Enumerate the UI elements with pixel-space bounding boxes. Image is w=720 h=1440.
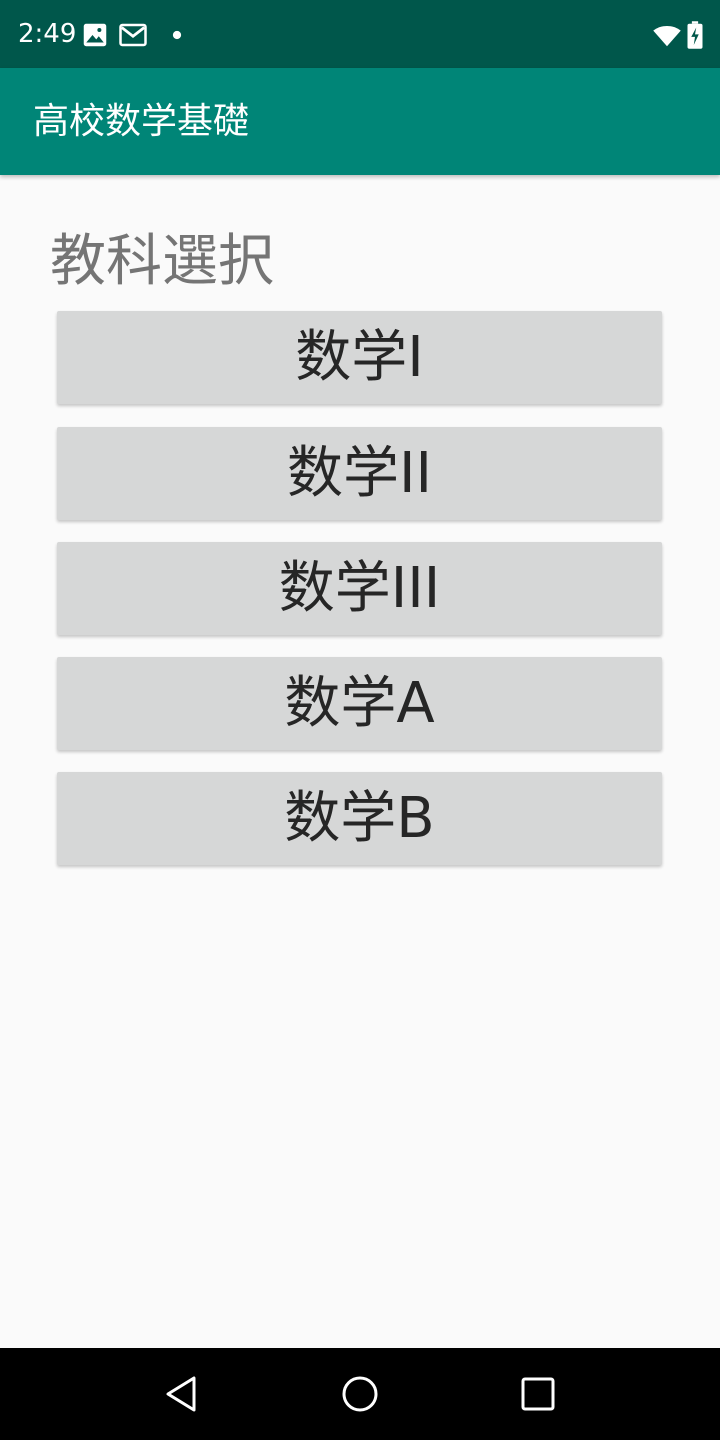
math-2-button[interactable]: 数学II [57,427,662,520]
app-title: 高校数学基礎 [33,101,250,142]
math-b-button[interactable]: 数学B [57,772,662,865]
recents-icon[interactable] [518,1374,558,1414]
gmail-icon [119,23,147,47]
status-time: 2:49 [18,19,77,49]
math-1-button[interactable]: 数学I [57,311,662,404]
wifi-icon [653,25,681,47]
app-bar: 高校数学基礎 [0,68,720,175]
notification-dot-icon [172,30,182,40]
image-icon [83,23,107,47]
status-bar: 2:49 [0,0,720,68]
back-icon[interactable] [162,1374,202,1414]
section-title: 教科選択 [50,229,274,294]
navigation-bar [0,1348,720,1440]
math-3-button[interactable]: 数学III [57,542,662,635]
math-a-button[interactable]: 数学A [57,657,662,750]
battery-charging-icon [687,21,703,49]
home-icon[interactable] [340,1374,380,1414]
